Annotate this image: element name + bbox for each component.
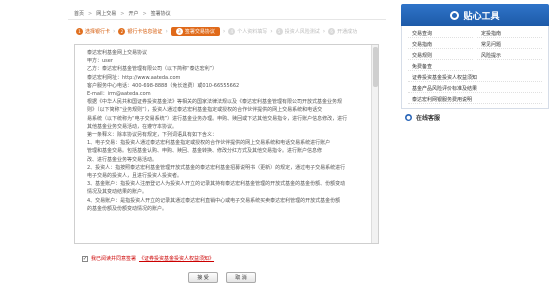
agreement-line: 易系统（以下统称为“电子交易系统”）进行基金业务办理。申购、赎回或下达其他交易指… xyxy=(87,115,348,122)
action-buttons: 接 受 取 消 xyxy=(188,272,256,283)
chevron-right-icon: › xyxy=(222,27,226,35)
online-service-label: 在线客服 xyxy=(416,115,441,122)
chevron-right-icon: › xyxy=(165,27,168,35)
agreement-line: 4、交易账户：是指投资人开立的记录其通过泰达宏利直销中心或电子交易系统买卖泰达宏… xyxy=(87,197,341,204)
breadcrumb-online-trading[interactable]: 网上交易 xyxy=(96,10,116,17)
step-label: 开通成功 xyxy=(337,28,358,35)
agreement-line: 1、电子交易：指投资人通过泰达宏利基金指定或授权的合作伙伴提供的网上交易系统和电… xyxy=(87,140,331,147)
agreement-line: 电子交易的投资人，且进行投资人投资者。 xyxy=(87,173,183,180)
tool-faq[interactable]: 常见问题 xyxy=(477,41,542,49)
agreement-line: 情况及其变动结果的账户。 xyxy=(87,189,148,196)
tool-regular-invest-guide[interactable]: 定投指南 xyxy=(477,30,542,38)
breadcrumb-current: 签署协议 xyxy=(150,11,171,17)
step-select-bank-card: 1 选择银行卡 xyxy=(76,27,111,35)
step-number: 5 xyxy=(275,27,283,35)
main-content: 首页 > 网上交易 > 开户 > 签署协议 1 选择银行卡 › 2 银行卡信息验… xyxy=(68,8,386,288)
step-number: 6 xyxy=(328,27,336,35)
investor-rights-link[interactable]: 《证券投资基金投资人权益须知》 xyxy=(139,255,214,262)
step-verify-bank-card: 2 银行卡信息验证 xyxy=(118,27,163,35)
agreement-line: 2、投资人：指按照泰达宏利基金管理开放式基金的泰达宏利基金招募说明书（更新）的规… xyxy=(87,164,346,171)
step-sign-agreement: 3 签署交易协议 xyxy=(170,26,220,36)
link-risk-evaluation[interactable]: 基金产品风险评价标准及结果 xyxy=(408,84,542,93)
accept-button[interactable]: 接 受 xyxy=(188,272,218,283)
online-service[interactable]: ● 在线客服 xyxy=(401,113,549,122)
step-label: 投资人风险测试 xyxy=(284,28,320,35)
tool-trade-query[interactable]: 交易查询 xyxy=(408,30,473,38)
tools-title: 贴心工具 xyxy=(463,11,500,22)
scrollbar-thumb[interactable] xyxy=(373,47,378,87)
chat-icon: ● xyxy=(405,114,412,121)
breadcrumb-separator: > xyxy=(88,10,93,17)
breadcrumb-open-account[interactable]: 开户 xyxy=(128,10,138,17)
agreement-line: 3、基金账户：指投资人注册登记人为投资人开立的记录其持有泰达宏利基金管理的开放式… xyxy=(87,181,346,188)
sidebar: 贴心工具 交易查询 定投指南 交易指南 常见问题 交易规则 风险提示 免费备查 … xyxy=(401,4,549,122)
tools-grid: 交易查询 定投指南 交易指南 常见问题 交易规则 风险提示 免费备查 xyxy=(408,30,542,71)
agreement-line: 泰达宏利基金网上交易协议 xyxy=(87,50,148,56)
progress-steps: 1 选择银行卡 › 2 银行卡信息验证 › 3 签署交易协议 › 4 个人资料填… xyxy=(68,24,386,38)
agreement-line: 乙方：泰达宏利基金管理有限公司（以下简称“泰达宏利”） xyxy=(87,66,218,73)
agreement-line: 的基金份额及份额变动情况的账户。 xyxy=(87,205,168,212)
agreement-scrollbar[interactable] xyxy=(371,45,378,243)
tool-trade-rules[interactable]: 交易规则 xyxy=(408,52,473,60)
step-label: 选择银行卡 xyxy=(85,28,111,35)
step-number: 4 xyxy=(228,27,236,35)
agreement-line: 甲方：user xyxy=(87,58,113,65)
gear-icon xyxy=(450,10,460,20)
chevron-right-icon: › xyxy=(270,27,273,35)
agreement-textbox[interactable]: 泰达宏利基金网上交易协议 甲方：user 乙方：泰达宏利基金管理有限公司（以下简称“… xyxy=(74,44,379,244)
agreement-line: 管理和基金交易。包括基金认购、申购、赎回、基金转换、修改分红方式及其他交易指令。… xyxy=(87,148,323,155)
agreement-line: 根据《中华人民共和国证券投资基金法》等相关的国家法律法规以及《泰达宏利基金管理有… xyxy=(87,99,343,106)
step-success: 6 开通成功 xyxy=(328,27,358,35)
agreement-line: 客户服务中心电话：400-698-8888（免长途费）或010-66555662 xyxy=(87,82,240,89)
step-number: 2 xyxy=(118,27,126,35)
agreement-line: 其他基金业务交易活动，在遵守本协议。 xyxy=(87,123,178,130)
step-risk-test: 5 投资人风险测试 xyxy=(275,27,320,35)
step-label: 签署交易协议 xyxy=(184,28,215,35)
agreement-line: 泰达宏利网址：http://www.aateda.com xyxy=(87,74,181,81)
tool-risk-notice[interactable]: 风险提示 xyxy=(477,52,542,60)
agreement-text: 泰达宏利基金网上交易协议 甲方：user 乙方：泰达宏利基金管理有限公司（以下简称“… xyxy=(75,45,378,217)
breadcrumb: 首页 > 网上交易 > 开户 > 签署协议 xyxy=(68,8,386,20)
agreement-line: 则》（以下简称“业务规则”），投资人通过泰达宏利基金指定或授权的合作伙伴提供的网… xyxy=(87,107,323,114)
tool-free-records[interactable]: 免费备查 xyxy=(408,63,473,71)
step-label: 银行卡信息验证 xyxy=(127,28,163,35)
breadcrumb-separator: > xyxy=(142,10,147,17)
agreement-line: E-mail：irm@aateda.com xyxy=(87,91,151,98)
chevron-right-icon: › xyxy=(113,27,116,35)
step-number: 1 xyxy=(76,27,83,35)
tool-trade-guide[interactable]: 交易指南 xyxy=(408,41,473,49)
tools-panel: 交易查询 定投指南 交易指南 常见问题 交易规则 风险提示 免费备查 证券投资基… xyxy=(401,26,549,109)
link-investor-rights[interactable]: 证券投资基金投资人权益须知 xyxy=(408,73,542,82)
chevron-right-icon: › xyxy=(322,27,326,35)
cancel-button[interactable]: 取 消 xyxy=(226,272,256,283)
tools-header: 贴心工具 xyxy=(401,4,549,26)
agreement-line: 改、进行基金业务等交易活动。 xyxy=(87,156,158,163)
step-personal-info: 4 个人资料填写 xyxy=(228,27,268,35)
agree-checkbox[interactable]: ✓ xyxy=(82,255,88,262)
step-label: 个人资料填写 xyxy=(237,28,268,35)
step-number: 3 xyxy=(175,27,183,35)
breadcrumb-separator: > xyxy=(120,10,125,17)
link-online-banking-fee[interactable]: 泰达宏利网银服务费用说明 xyxy=(408,95,542,104)
agree-text: 我已阅读并同意签署 xyxy=(91,256,137,262)
agreement-line: 第一条释义：除本协议另有规定，下列词语具有如下含义： xyxy=(87,132,218,139)
breadcrumb-home[interactable]: 首页 xyxy=(74,10,84,17)
agree-row: ✓ 我已阅读并同意签署 《证券投资基金投资人权益须知》 xyxy=(82,255,214,262)
